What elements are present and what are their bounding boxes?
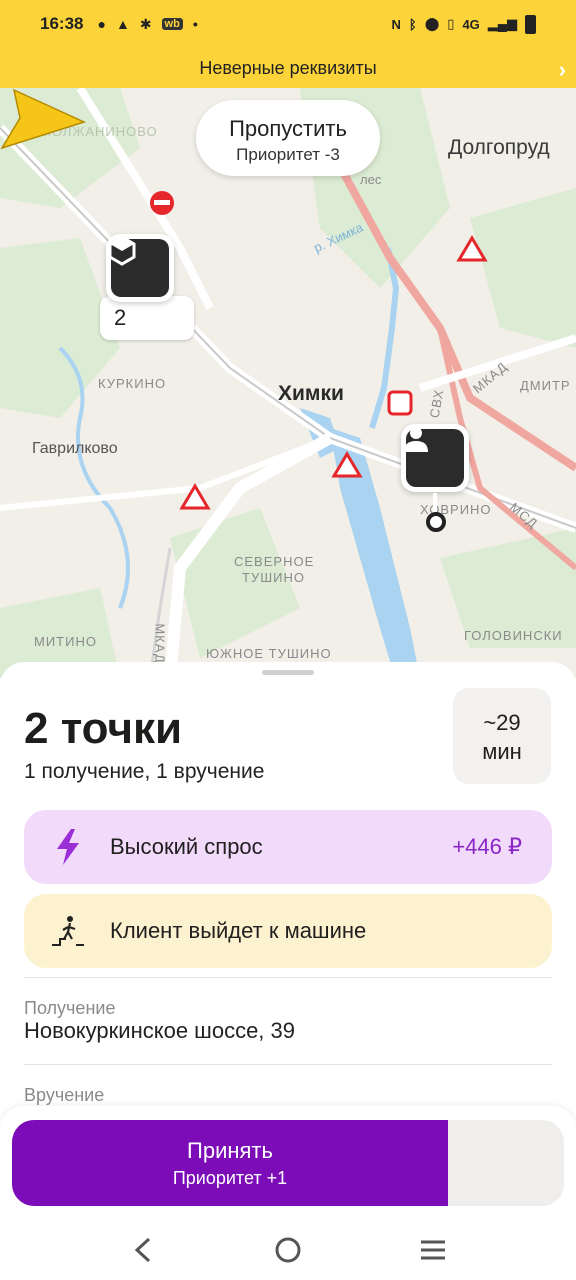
person-icon [404,427,464,487]
pickup-pin[interactable] [106,234,174,302]
banner-text: Неверные реквизиты [199,57,377,78]
vibrate-icon: ▯ [447,16,455,31]
back-icon [134,1237,150,1263]
pickup-count-badge: 2 [100,296,194,340]
high-demand-bonus: +446 ₽ [452,834,522,859]
action-panel: Принять Приоритет +1 [0,1106,576,1226]
eta-unit: мин [482,739,522,764]
skip-priority: Приоритет -3 [236,145,340,164]
map-label-dolgoprudny: Долгопруд [448,136,550,159]
map-label-gavrilkovo: Гаврилково [32,440,118,457]
home-icon [275,1237,301,1263]
home-button[interactable] [258,1225,318,1275]
chevron-right-icon: › [558,57,566,82]
divider [24,977,552,978]
eta-card: ~29 мин [453,688,551,784]
box-icon [108,235,169,297]
menu-icon [421,1240,446,1260]
route-map[interactable]: Химки Долгопруд Гаврилково КУРКИНО СЕВЕР… [0,88,576,678]
chat-icon: ● [97,16,106,32]
high-demand-row[interactable]: Высокий спрос +446 ₽ [24,810,552,884]
pickup-count: 2 [114,305,127,330]
client-comes-out-row[interactable]: Клиент выйдет к машине [24,894,552,968]
pickup-label: Получение [24,998,116,1018]
map-label-dmitrov: ДМИТР [520,378,571,393]
order-title: 2 точки [24,704,183,753]
map-label-mitino: МИТИНО [34,634,97,649]
skip-title: Пропустить [229,116,347,141]
skip-order-button[interactable]: Пропустить Приоритет -3 [196,100,380,176]
map-label-mkad-2: МКАД [152,623,168,664]
sheet-grabber[interactable] [262,670,314,675]
delivery-pin[interactable] [401,424,469,492]
map-label-golovinsky: ГОЛОВИНСКИ [464,628,563,643]
bluetooth-icon: ᛒ [408,16,417,32]
signal-icon: ▂▄▆ [487,16,517,31]
map-label-yuzhnoe: ЮЖНОЕ ТУШИНО [206,646,332,661]
location-icon: ⬤ [424,16,440,31]
accept-label-area: Принять Приоритет +1 [12,1120,448,1206]
wb-icon: wb [161,18,183,30]
gear-icon: ✱ [139,15,152,32]
divider [24,1064,552,1065]
lightning-icon [48,827,88,867]
delivery-label: Вручение [24,1085,105,1105]
map-label-les: лес [360,172,382,187]
walking-stairs-icon [48,911,88,951]
requisites-warning-banner[interactable]: Неверные реквизиты › [0,48,576,88]
recents-button[interactable] [403,1225,463,1275]
accept-button[interactable]: Принять Приоритет +1 [12,1120,564,1206]
map-label-kurkino: КУРКИНО [98,376,167,391]
status-bar: 16:38 ● ▲ ✱ wb • N ᛒ ⬤ ▯ 4G ▂▄▆ [0,0,576,48]
driver-position-arrow-icon [0,88,86,150]
dot-icon: • [192,16,198,32]
network-type: 4G [462,16,480,32]
eta-value: ~29 [483,710,521,735]
warning-icon: ▲ [115,16,130,32]
map-label-severnoe-1: СЕВЕРНОЕ [234,554,315,569]
order-subtitle: 1 получение, 1 вручение [24,760,265,783]
client-comes-out-label: Клиент выйдет к машине [110,918,367,943]
accept-label: Принять [187,1138,273,1163]
high-demand-label: Высокий спрос [110,834,263,859]
battery-icon [525,14,536,34]
system-nav-bar [0,1220,576,1280]
pickup-address[interactable]: Новокуркинское шоссе, 39 [24,1018,295,1044]
nfc-icon: N [391,16,401,32]
destination-point-icon [426,512,446,532]
map-label-khimki: Химки [278,382,344,405]
delivery-pin-stem [433,493,437,513]
back-button[interactable] [113,1225,173,1275]
status-time: 16:38 [40,14,84,33]
order-sheet[interactable]: 2 точки 1 получение, 1 вручение ~29 мин … [0,662,576,1122]
map-label-severnoe-2: ТУШИНО [242,570,305,585]
accept-priority: Приоритет +1 [172,1168,288,1188]
